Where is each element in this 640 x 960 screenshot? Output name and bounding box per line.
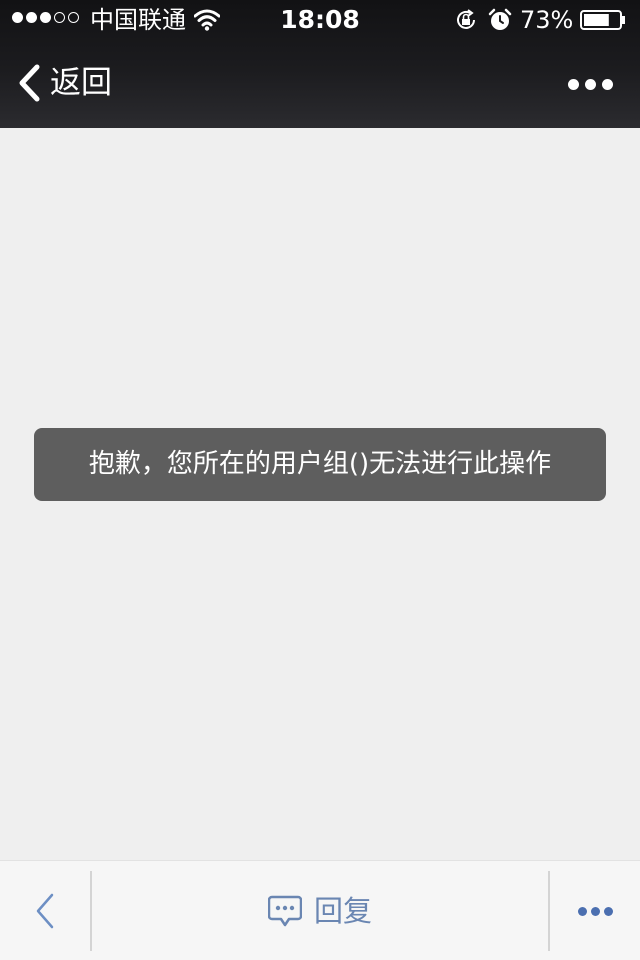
toast-message: 抱歉，您所在的用户组()无法进行此操作 — [88, 449, 552, 479]
reply-label: 回复 — [313, 894, 372, 928]
toolbar-back-button[interactable] — [0, 861, 90, 960]
chevron-left-icon — [36, 893, 54, 929]
battery-icon — [580, 10, 625, 30]
screen: 中国联通 18:08 73% 返回 抱歉，您所在的用户组()无法进行此操作 回复 — [0, 0, 640, 960]
more-horizontal-icon — [577, 906, 587, 916]
bottom-toolbar: 回复 — [0, 860, 640, 960]
toolbar-more-button[interactable] — [550, 861, 640, 960]
more-horizontal-icon — [567, 78, 579, 90]
comment-icon — [267, 895, 302, 927]
top-bar: 中国联通 18:08 73% 返回 — [0, 0, 640, 128]
reply-button[interactable]: 回复 — [92, 861, 548, 960]
battery-percent: 73% — [520, 6, 574, 34]
error-toast: 抱歉，您所在的用户组()无法进行此操作 — [34, 428, 606, 501]
rotation-lock-icon — [457, 9, 475, 29]
back-button[interactable]: 返回 — [16, 58, 112, 108]
back-label: 返回 — [50, 65, 112, 101]
chevron-left-icon — [19, 64, 40, 102]
status-bar: 中国联通 18:08 73% — [0, 0, 640, 40]
more-button[interactable] — [560, 64, 620, 104]
nav-bar: 返回 — [0, 40, 640, 128]
alarm-icon — [488, 8, 512, 30]
